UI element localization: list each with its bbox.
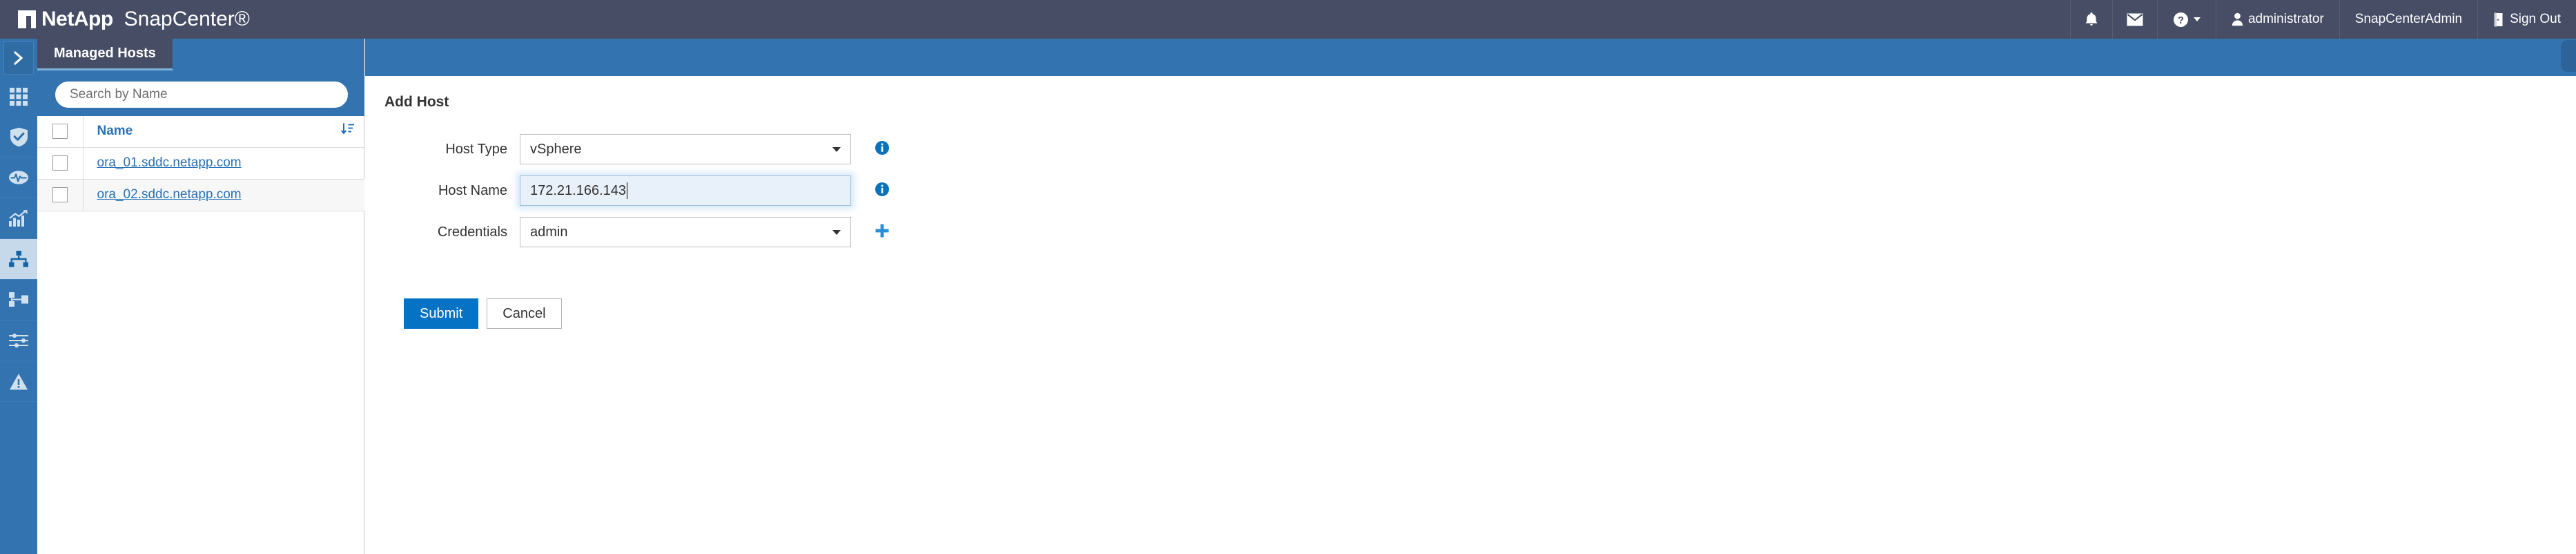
table-row[interactable]: ora_02.sddc.netapp.com bbox=[37, 179, 364, 211]
role-name-label: SnapCenterAdmin bbox=[2354, 12, 2463, 26]
host-name-value: 172.21.166.143 bbox=[530, 182, 627, 198]
brand-netapp-text: NetApp bbox=[41, 8, 113, 30]
sidebar-item-hosts[interactable] bbox=[0, 239, 37, 280]
host-link[interactable]: ora_02.sddc.netapp.com bbox=[97, 187, 242, 202]
chevron-down-icon bbox=[832, 147, 841, 152]
host-type-value: vSphere bbox=[530, 141, 582, 157]
user-menu-button[interactable]: administrator bbox=[2215, 0, 2339, 39]
search-input[interactable] bbox=[55, 82, 348, 108]
main-top-band bbox=[365, 39, 2576, 76]
svg-text:?: ? bbox=[2178, 15, 2184, 26]
managed-hosts-table: Name ora_01.sddc.netapp.com ora_02.sddc.… bbox=[37, 115, 364, 211]
help-menu-button[interactable]: ? bbox=[2156, 0, 2216, 39]
sidebar-item-alerts[interactable] bbox=[0, 361, 37, 402]
brand-product-text: SnapCenter® bbox=[124, 8, 250, 30]
shield-check-icon bbox=[10, 127, 28, 147]
help-circle-icon: ? bbox=[2173, 12, 2189, 28]
host-name-cell: ora_01.sddc.netapp.com bbox=[83, 147, 364, 180]
header-actions: ? administrator SnapCenterAdmin Sign Out bbox=[2069, 0, 2576, 39]
field-row-credentials: Credentials admin bbox=[384, 217, 2576, 247]
row-checkbox[interactable] bbox=[52, 155, 68, 171]
sign-out-button[interactable]: Sign Out bbox=[2477, 0, 2576, 39]
sliders-icon bbox=[8, 333, 29, 348]
field-row-host-type: Host Type vSphere bbox=[384, 134, 2576, 164]
host-type-select[interactable]: vSphere bbox=[520, 134, 851, 164]
sidebar-item-resources[interactable] bbox=[0, 117, 37, 157]
storage-nodes-icon bbox=[9, 292, 28, 308]
search-container bbox=[55, 82, 348, 108]
user-icon bbox=[2232, 12, 2243, 26]
add-host-form: Add Host Host Type vSphere Host Name 172… bbox=[365, 76, 2576, 329]
role-label[interactable]: SnapCenterAdmin bbox=[2339, 0, 2477, 39]
submit-button[interactable]: Submit bbox=[404, 298, 479, 329]
column-header-name-label: Name bbox=[97, 124, 133, 139]
warning-triangle-icon bbox=[9, 373, 28, 390]
panel-header: Managed Hosts bbox=[37, 39, 364, 115]
bar-chart-trend-icon bbox=[9, 209, 28, 227]
row-checkbox[interactable] bbox=[52, 187, 68, 202]
info-icon[interactable] bbox=[875, 140, 890, 159]
chevron-down-icon bbox=[2193, 17, 2201, 21]
host-link[interactable]: ora_01.sddc.netapp.com bbox=[97, 155, 242, 170]
chevron-right-icon bbox=[12, 50, 26, 66]
band-edge-handle[interactable] bbox=[2561, 40, 2576, 72]
sort-descending-icon[interactable] bbox=[341, 123, 355, 140]
sign-out-label: Sign Out bbox=[2510, 12, 2561, 26]
column-header-name[interactable]: Name bbox=[83, 115, 364, 148]
sidebar-item-dashboard[interactable] bbox=[0, 76, 37, 117]
host-name-info[interactable] bbox=[875, 182, 890, 200]
user-name-label: administrator bbox=[2247, 12, 2324, 26]
table-row[interactable]: ora_01.sddc.netapp.com bbox=[37, 147, 364, 180]
exit-door-icon bbox=[2493, 12, 2505, 27]
field-row-host-name: Host Name 172.21.166.143 bbox=[384, 175, 2576, 206]
row-select-cell[interactable] bbox=[37, 147, 84, 180]
sidebar-item-expand-rail[interactable] bbox=[3, 41, 34, 75]
sidebar-item-monitor[interactable] bbox=[0, 157, 37, 198]
credentials-select[interactable]: admin bbox=[520, 217, 851, 247]
credentials-value: admin bbox=[530, 224, 568, 240]
host-name-label: Host Name bbox=[438, 182, 507, 198]
host-name-input[interactable]: 172.21.166.143 bbox=[520, 175, 851, 206]
left-icon-rail bbox=[0, 39, 37, 554]
pulse-monitor-icon bbox=[8, 170, 29, 185]
plus-icon[interactable] bbox=[875, 223, 890, 242]
managed-hosts-panel: Managed Hosts Name bbox=[37, 39, 364, 554]
tab-managed-hosts-label: Managed Hosts bbox=[54, 46, 156, 61]
brand-logo: NetApp SnapCenter® bbox=[0, 0, 250, 39]
credentials-label: Credentials bbox=[437, 224, 507, 240]
grid-dashboard-icon bbox=[10, 87, 28, 106]
tab-managed-hosts[interactable]: Managed Hosts bbox=[37, 39, 173, 70]
top-header-bar: NetApp SnapCenter® ? administrator SnapC… bbox=[0, 0, 2576, 39]
cancel-button[interactable]: Cancel bbox=[487, 298, 562, 329]
netapp-logo-icon bbox=[18, 10, 36, 28]
select-all-checkbox[interactable] bbox=[52, 124, 68, 140]
host-type-info[interactable] bbox=[875, 140, 890, 159]
row-select-cell[interactable] bbox=[37, 179, 84, 211]
bell-icon bbox=[2085, 12, 2098, 27]
host-type-label: Host Type bbox=[445, 141, 507, 157]
page-title: Add Host bbox=[384, 94, 449, 110]
envelope-icon bbox=[2127, 13, 2143, 26]
sidebar-item-reports[interactable] bbox=[0, 198, 37, 239]
main-content: Add Host Host Type vSphere Host Name 172… bbox=[365, 39, 2576, 554]
info-icon[interactable] bbox=[875, 182, 890, 200]
chevron-down-icon bbox=[832, 230, 841, 235]
notifications-button[interactable] bbox=[2069, 0, 2112, 39]
select-all-cell[interactable] bbox=[37, 115, 84, 148]
sidebar-item-storage-systems[interactable] bbox=[0, 280, 37, 321]
host-name-cell: ora_02.sddc.netapp.com bbox=[83, 179, 364, 211]
table-header-row: Name bbox=[37, 115, 364, 148]
messages-button[interactable] bbox=[2111, 0, 2157, 39]
form-actions: Submit Cancel bbox=[404, 298, 2576, 329]
sidebar-item-settings[interactable] bbox=[0, 321, 37, 361]
add-credential-button[interactable] bbox=[875, 223, 890, 242]
hosts-hierarchy-icon bbox=[9, 251, 28, 267]
table-body: ora_01.sddc.netapp.com ora_02.sddc.netap… bbox=[37, 147, 364, 211]
